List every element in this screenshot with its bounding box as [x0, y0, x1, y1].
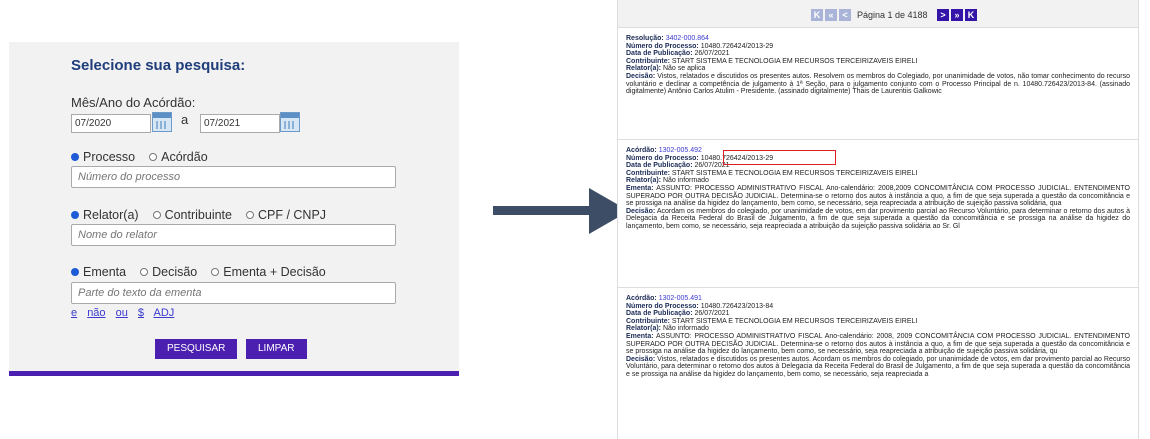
field-label: Relator(a):	[626, 325, 662, 333]
field-label: Relator(a):	[626, 65, 662, 73]
operator-link[interactable]: ou	[116, 307, 128, 319]
radio-unchecked-icon	[152, 211, 161, 219]
date-separator: a	[181, 112, 189, 127]
radio-relator[interactable]: Relator(a)	[71, 208, 139, 222]
arrow-right-icon	[493, 206, 591, 215]
party-type-radio-group: Relator(a) Contribuinte CPF / CNPJ	[71, 208, 340, 222]
results-panel: K « < Página 1 de 4188 > » K Resolução: …	[617, 0, 1139, 439]
radio-label: Ementa + Decisão	[223, 265, 326, 279]
contributor: START SISTEMA E TECNOLOGIA EM RECURSOS T…	[671, 317, 918, 325]
clear-button[interactable]: LIMPAR	[246, 339, 307, 359]
prev-fast-icon[interactable]: «	[825, 9, 837, 21]
field-label: Data de Publicação:	[626, 310, 693, 318]
radio-label: Contribuinte	[164, 208, 232, 222]
boolean-operators: e não ou $ ADJ	[71, 307, 181, 319]
process-number-input[interactable]	[71, 166, 396, 188]
field-label: Resolução:	[626, 35, 664, 42]
radio-decisao[interactable]: Decisão	[140, 265, 197, 279]
field-label: Número do Processo:	[626, 154, 699, 162]
relator: Não informado	[662, 177, 709, 185]
radio-unchecked-icon	[211, 268, 220, 276]
search-type-radio-group: Processo Acórdão	[71, 150, 222, 164]
radio-label: Decisão	[152, 265, 198, 279]
operator-link[interactable]: ADJ	[154, 307, 175, 319]
search-button[interactable]: PESQUISAR	[155, 339, 238, 359]
date-to-input[interactable]	[200, 114, 280, 133]
radio-checked-icon	[71, 153, 79, 161]
next-fast-icon[interactable]: »	[951, 9, 963, 21]
field-label: Ementa:	[626, 332, 654, 340]
operator-link[interactable]: $	[138, 307, 144, 319]
relator-name-input[interactable]	[71, 224, 396, 246]
operator-link[interactable]: e	[71, 307, 77, 319]
pagination-bar: K « < Página 1 de 4188 > » K	[618, 0, 1138, 28]
radio-acordao[interactable]: Acórdão	[149, 150, 208, 164]
next-page-icon[interactable]: >	[937, 9, 949, 21]
record-id-link[interactable]: 3402-000.864	[666, 35, 709, 42]
decision-text: Vistos, relatados e discutidos os presen…	[626, 355, 1130, 378]
radio-checked-icon	[71, 211, 79, 219]
radio-label: Acórdão	[161, 150, 208, 164]
field-label: Acórdão:	[626, 295, 657, 302]
first-page-icon[interactable]: K	[811, 9, 823, 21]
field-label: Decisão:	[626, 207, 656, 215]
radio-unchecked-icon	[245, 211, 254, 219]
calendar-icon[interactable]	[152, 112, 172, 132]
field-label: Decisão:	[626, 355, 656, 363]
record-id-link[interactable]: 1302-005.492	[659, 147, 702, 154]
radio-ementa-decisao[interactable]: Ementa + Decisão	[211, 265, 326, 279]
field-label: Decisão:	[626, 72, 656, 80]
result-record: Resolução: 3402-000.864 Número do Proces…	[618, 28, 1138, 140]
contributor: START SISTEMA E TECNOLOGIA EM RECURSOS T…	[671, 169, 918, 177]
last-page-icon[interactable]: K	[965, 9, 977, 21]
process-number: 10480.726424/2013-29	[700, 42, 774, 50]
field-label: Número do Processo:	[626, 42, 699, 50]
field-label: Data de Publicação:	[626, 50, 693, 58]
field-label: Acórdão:	[626, 147, 657, 154]
calendar-icon[interactable]	[280, 112, 300, 132]
radio-label: CPF / CNPJ	[257, 208, 327, 222]
field-label: Data de Publicação:	[626, 162, 693, 170]
decision-text: Vistos, relatados e discutidos os presen…	[626, 72, 1131, 96]
radio-ementa[interactable]: Ementa	[71, 265, 126, 279]
ementa-text: ASSUNTO: PROCESSO ADMINISTRATIVO FISCAL …	[626, 332, 1130, 356]
field-label: Número do Processo:	[626, 302, 699, 310]
radio-unchecked-icon	[149, 153, 158, 161]
decision-text: Acordam os membros do colegiado, por una…	[626, 207, 1131, 230]
ementa-text-input[interactable]	[71, 282, 396, 304]
field-label: Contribuinte:	[626, 57, 670, 65]
contributor: START SISTEMA E TECNOLOGIA EM RECURSOS T…	[671, 57, 918, 65]
relator: Não informado	[662, 325, 709, 333]
field-label: Contribuinte:	[626, 317, 670, 325]
relator: Não se aplica	[662, 65, 706, 73]
search-form-panel: Selecione sua pesquisa: Mês/Ano do Acórd…	[9, 42, 459, 376]
radio-cpf-cnpj[interactable]: CPF / CNPJ	[245, 208, 327, 222]
text-scope-radio-group: Ementa Decisão Ementa + Decisão	[71, 265, 340, 279]
radio-label: Relator(a)	[83, 208, 139, 222]
result-record: Acórdão: 1302-005.492 Número do Processo…	[618, 140, 1138, 288]
result-record: Acórdão: 1302-005.491 Número do Processo…	[618, 288, 1138, 439]
radio-label: Processo	[83, 150, 136, 164]
ementa-text: ASSUNTO: PROCESSO ADMINISTRATIVO FISCAL …	[626, 184, 1131, 208]
field-label: Ementa:	[626, 184, 654, 192]
date-from-input[interactable]	[71, 114, 151, 133]
radio-contribuinte[interactable]: Contribuinte	[152, 208, 232, 222]
field-label: Relator(a):	[626, 177, 662, 185]
page-indicator: Página 1 de 4188	[857, 10, 928, 20]
highlight-box	[723, 150, 836, 165]
radio-checked-icon	[71, 268, 79, 276]
publication-date: 26/07/2021	[694, 310, 730, 318]
radio-label: Ementa	[83, 265, 127, 279]
publication-date: 26/07/2021	[694, 50, 730, 58]
process-number: 10480.726423/2013-84	[700, 302, 774, 310]
field-label: Contribuinte:	[626, 169, 670, 177]
record-id-link[interactable]: 1302-005.491	[659, 295, 702, 302]
form-title: Selecione sua pesquisa:	[71, 57, 246, 74]
radio-unchecked-icon	[140, 268, 149, 276]
radio-processo[interactable]: Processo	[71, 150, 135, 164]
prev-page-icon[interactable]: <	[839, 9, 851, 21]
date-range-label: Mês/Ano do Acórdão:	[71, 95, 196, 110]
operator-link[interactable]: não	[87, 307, 105, 319]
